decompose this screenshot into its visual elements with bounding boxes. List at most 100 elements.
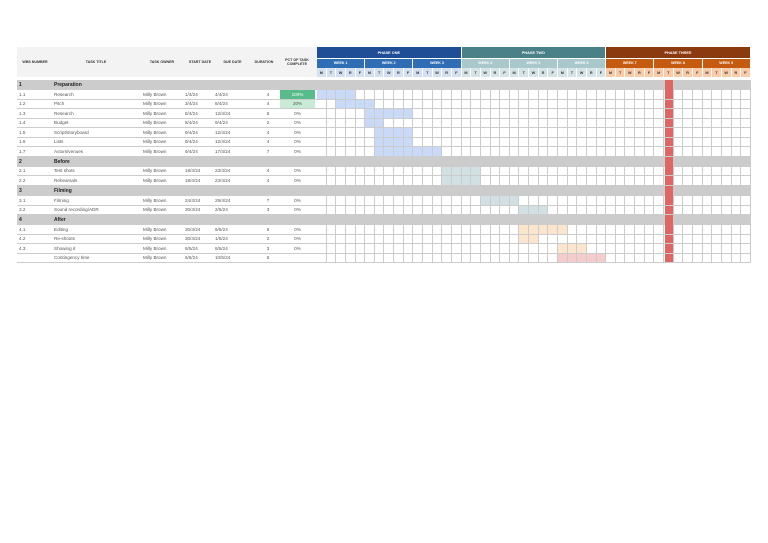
- gantt-cell[interactable]: [635, 176, 645, 185]
- gantt-cell[interactable]: [519, 176, 530, 185]
- gantt-cell[interactable]: [539, 118, 549, 127]
- gantt-cell[interactable]: [539, 253, 549, 262]
- gantt-cell[interactable]: [336, 118, 346, 127]
- gantt-cell[interactable]: [510, 109, 520, 118]
- gantt-cell[interactable]: [568, 128, 578, 137]
- gantt-cell[interactable]: [674, 128, 684, 137]
- gantt-cell[interactable]: [481, 99, 491, 108]
- gantt-cell[interactable]: [423, 225, 433, 234]
- gantt-cell[interactable]: [616, 166, 626, 175]
- gantt-cell[interactable]: [365, 253, 375, 262]
- gantt-cell[interactable]: [674, 147, 684, 156]
- gantt-cell[interactable]: [356, 244, 366, 253]
- gantt-cell[interactable]: [616, 109, 626, 118]
- gantt-cell[interactable]: [471, 99, 481, 108]
- gantt-cell[interactable]: [654, 166, 665, 175]
- gantt-cell[interactable]: [539, 90, 549, 99]
- gantt-cell[interactable]: [375, 253, 385, 262]
- gantt-cell[interactable]: [500, 147, 510, 156]
- gantt-cell[interactable]: [384, 195, 395, 205]
- gantt-cell[interactable]: [654, 244, 665, 253]
- gantt-cell[interactable]: [394, 253, 404, 262]
- gantt-cell[interactable]: [597, 234, 607, 243]
- gantt-cell[interactable]: [606, 118, 616, 127]
- gantt-cell[interactable]: [452, 244, 462, 253]
- gantt-cell[interactable]: [654, 225, 665, 234]
- gantt-cell[interactable]: [423, 166, 433, 175]
- gantt-cell[interactable]: [433, 118, 443, 127]
- gantt-cell[interactable]: [712, 118, 722, 127]
- gantt-cell[interactable]: [481, 109, 491, 118]
- gantt-cell[interactable]: [625, 234, 636, 243]
- gantt-cell[interactable]: [394, 99, 404, 108]
- gantt-cell[interactable]: [510, 118, 520, 127]
- gantt-cell[interactable]: [336, 109, 346, 118]
- gantt-cell[interactable]: [471, 90, 481, 99]
- gantt-cell[interactable]: [317, 109, 327, 118]
- gantt-cell[interactable]: [423, 90, 433, 99]
- gantt-cell[interactable]: [346, 128, 356, 137]
- gantt-cell[interactable]: [491, 253, 501, 262]
- gantt-cell[interactable]: [712, 147, 722, 156]
- gantt-cell[interactable]: [375, 90, 385, 99]
- gantt-cell[interactable]: [462, 99, 472, 108]
- gantt-cell[interactable]: [519, 118, 530, 127]
- gantt-cell[interactable]: [356, 176, 366, 185]
- gantt-cell[interactable]: [683, 118, 693, 127]
- gantt-cell[interactable]: [500, 225, 510, 234]
- gantt-cell[interactable]: [346, 176, 356, 185]
- gantt-cell[interactable]: [712, 176, 722, 185]
- gantt-cell[interactable]: [327, 205, 337, 214]
- gantt-cell[interactable]: [539, 166, 549, 175]
- gantt-cell[interactable]: [481, 205, 491, 214]
- gantt-cell[interactable]: [433, 109, 443, 118]
- gantt-cell[interactable]: [683, 147, 693, 156]
- gantt-cell[interactable]: [442, 253, 452, 262]
- gantt-cell[interactable]: [577, 225, 587, 234]
- gantt-cell[interactable]: [452, 137, 462, 146]
- gantt-cell[interactable]: [703, 99, 713, 108]
- gantt-cell[interactable]: [346, 147, 356, 156]
- gantt-cell[interactable]: [712, 234, 722, 243]
- gantt-cell[interactable]: [548, 205, 558, 214]
- gantt-cell[interactable]: [597, 147, 607, 156]
- gantt-cell[interactable]: [625, 99, 636, 108]
- gantt-cell[interactable]: [674, 176, 684, 185]
- gantt-cell[interactable]: [500, 244, 510, 253]
- gantt-cell[interactable]: [597, 205, 607, 214]
- gantt-cell[interactable]: [587, 225, 597, 234]
- gantt-cell[interactable]: [548, 90, 558, 99]
- gantt-cell[interactable]: [336, 166, 346, 175]
- gantt-cell[interactable]: [510, 205, 520, 214]
- gantt-cell[interactable]: [568, 195, 578, 205]
- gantt-cell[interactable]: [741, 176, 751, 185]
- gantt-cell[interactable]: [616, 128, 626, 137]
- gantt-cell[interactable]: [577, 147, 587, 156]
- gantt-cell[interactable]: [500, 137, 510, 146]
- gantt-cell[interactable]: [317, 128, 327, 137]
- gantt-cell[interactable]: [568, 205, 578, 214]
- gantt-cell[interactable]: [442, 195, 452, 205]
- gantt-cell[interactable]: [635, 128, 645, 137]
- gantt-cell[interactable]: [606, 244, 616, 253]
- gantt-cell[interactable]: [413, 99, 424, 108]
- gantt-cell[interactable]: [336, 244, 346, 253]
- gantt-cell[interactable]: [693, 137, 703, 146]
- gantt-cell[interactable]: [384, 90, 395, 99]
- gantt-cell[interactable]: [645, 137, 655, 146]
- gantt-cell[interactable]: [712, 195, 722, 205]
- gantt-cell[interactable]: [712, 99, 722, 108]
- gantt-cell[interactable]: [365, 225, 375, 234]
- gantt-cell[interactable]: [317, 205, 327, 214]
- gantt-cell[interactable]: [548, 99, 558, 108]
- gantt-cell[interactable]: [568, 225, 578, 234]
- gantt-cell[interactable]: [481, 128, 491, 137]
- gantt-cell[interactable]: [635, 109, 645, 118]
- gantt-cell[interactable]: [433, 234, 443, 243]
- gantt-cell[interactable]: [654, 137, 665, 146]
- gantt-cell[interactable]: [491, 234, 501, 243]
- gantt-cell[interactable]: [404, 90, 414, 99]
- gantt-cell[interactable]: [423, 244, 433, 253]
- gantt-cell[interactable]: [404, 253, 414, 262]
- gantt-cell[interactable]: [327, 225, 337, 234]
